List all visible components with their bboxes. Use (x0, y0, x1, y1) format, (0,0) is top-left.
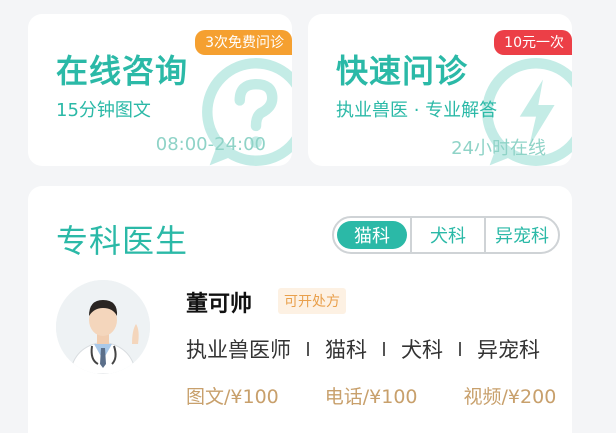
quick-consult-subtitle: 执业兽医 · 专业解答 (336, 100, 498, 121)
tab-dog[interactable]: 犬科 (410, 218, 484, 252)
price-phone-consult[interactable]: 电话/¥100 (325, 382, 418, 409)
specialists-title: 专科医生 (56, 222, 189, 260)
online-consult-subtitle: 15分钟图文 (56, 100, 151, 121)
doctor-avatar[interactable] (56, 280, 150, 374)
specialty-tabs: 猫科 犬科 异宠科 (332, 216, 560, 254)
doctor-tags: 执业兽医师 猫科 犬科 异宠科 (186, 334, 540, 364)
doctor-prices: 图文/¥100 电话/¥100 视频/¥200 (186, 382, 556, 409)
price-text-consult[interactable]: 图文/¥100 (186, 382, 279, 409)
tag-separator (459, 342, 461, 356)
quick-consult-availability: 24小时在线 (451, 138, 546, 159)
doctor-name: 董可帅 (186, 292, 253, 317)
price-video-consult[interactable]: 视频/¥200 (464, 382, 557, 409)
doctor-tag: 执业兽医师 (186, 338, 291, 362)
specialists-panel: 专科医生 猫科 犬科 异宠科 董可帅 可开处方 执业兽医师 猫科 犬科 异宠科 … (28, 186, 572, 433)
doctor-tag: 猫科 (325, 338, 367, 362)
online-consult-title: 在线咨询 (56, 52, 189, 90)
tab-cat[interactable]: 猫科 (337, 221, 407, 249)
price-per-consult-badge: 10元一次 (494, 30, 572, 55)
tag-separator (307, 342, 309, 356)
doctor-tag: 异宠科 (477, 338, 540, 362)
doctor-portrait-icon (56, 280, 150, 374)
free-consult-badge: 3次免费问诊 (195, 30, 292, 55)
tab-exotic[interactable]: 异宠科 (484, 218, 558, 252)
online-consult-hours: 08:00-24:00 (155, 134, 266, 155)
online-consult-card[interactable]: 3次免费问诊 在线咨询 15分钟图文 08:00-24:00 (28, 14, 292, 166)
quick-consult-card[interactable]: 10元一次 快速问诊 执业兽医 · 专业解答 24小时在线 (308, 14, 572, 166)
tag-separator (383, 342, 385, 356)
prescription-badge: 可开处方 (278, 288, 346, 314)
quick-consult-title: 快速问诊 (336, 52, 469, 90)
doctor-tag: 犬科 (401, 338, 443, 362)
